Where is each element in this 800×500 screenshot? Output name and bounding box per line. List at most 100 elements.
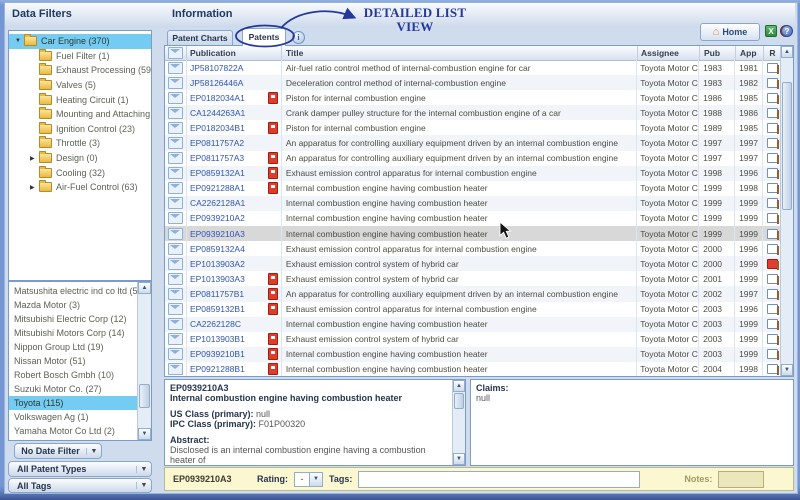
flag-icon[interactable] xyxy=(767,244,778,254)
mail-icon[interactable] xyxy=(168,303,183,315)
mail-icon[interactable] xyxy=(168,107,183,119)
tree-expand-icon[interactable]: ▶ xyxy=(30,155,39,162)
company-item[interactable]: Nippon Group Ltd (19) xyxy=(9,340,137,354)
company-item[interactable]: Matsushita electric ind co ltd (5) xyxy=(9,284,137,298)
tree-item[interactable]: ▼ Car Engine (370) xyxy=(9,34,151,49)
mail-icon[interactable] xyxy=(168,288,183,300)
mail-icon[interactable] xyxy=(168,228,183,240)
tree-item[interactable]: Valves (5) xyxy=(9,78,151,93)
scroll-down-icon[interactable]: ▼ xyxy=(138,428,151,440)
notes-input[interactable] xyxy=(718,471,764,488)
mail-column-header[interactable] xyxy=(165,46,187,60)
flag-icon[interactable] xyxy=(767,93,778,103)
scroll-down-icon[interactable]: ▼ xyxy=(453,453,465,465)
pdf-icon[interactable] xyxy=(268,167,278,179)
mail-icon[interactable] xyxy=(168,182,183,194)
company-item[interactable]: Mazda Motor (3) xyxy=(9,298,137,312)
pdf-icon[interactable] xyxy=(268,348,278,360)
tree-item[interactable]: Heating Circuit (1) xyxy=(9,92,151,107)
table-row[interactable]: CA2262128C Internal combustion engine ha… xyxy=(165,317,781,332)
pdf-icon[interactable] xyxy=(268,288,278,300)
flag-icon[interactable] xyxy=(767,183,778,193)
mail-icon[interactable] xyxy=(168,197,183,209)
patent-types-button[interactable]: All Patent Types▼ xyxy=(8,461,152,477)
tree-item[interactable]: Mounting and Attaching (7) xyxy=(9,107,151,122)
mail-icon[interactable] xyxy=(168,212,183,224)
flag-icon[interactable] xyxy=(767,198,778,208)
home-button[interactable]: ⌂ Home xyxy=(700,23,760,41)
scroll-thumb[interactable] xyxy=(782,82,792,210)
assignee-column-header[interactable]: Assignee xyxy=(638,46,700,60)
mail-icon[interactable] xyxy=(168,333,183,345)
mail-icon[interactable] xyxy=(168,92,183,104)
flag-icon[interactable] xyxy=(767,229,778,239)
flag-icon[interactable] xyxy=(767,168,778,178)
mail-icon[interactable] xyxy=(168,137,183,149)
company-item[interactable]: Volkswagen Ag (1) xyxy=(9,410,137,424)
mail-icon[interactable] xyxy=(168,62,183,74)
table-row[interactable]: EP0859132A4 Exhaust emission control app… xyxy=(165,241,781,256)
help-icon[interactable]: ? xyxy=(781,25,793,37)
flag-icon[interactable] xyxy=(767,108,778,118)
flag-icon[interactable] xyxy=(767,349,778,359)
company-item[interactable]: Mitsubishi Motors Corp (14) xyxy=(9,326,137,340)
tree-expand-icon[interactable]: ▶ xyxy=(30,184,39,191)
mail-icon[interactable] xyxy=(168,363,183,375)
mail-icon[interactable] xyxy=(168,258,183,270)
table-row[interactable]: EP1013903A2 Exhaust emission control sys… xyxy=(165,256,781,271)
flag-icon[interactable] xyxy=(767,364,778,374)
company-item[interactable]: Mitsubishi Electric Corp (12) xyxy=(9,312,137,326)
company-item[interactable]: Toyota (115) xyxy=(9,396,137,410)
mail-icon[interactable] xyxy=(168,273,183,285)
mail-icon[interactable] xyxy=(168,348,183,360)
table-row[interactable]: CA1244263A1 Crank damper pulley structur… xyxy=(165,105,781,120)
table-row[interactable]: EP0921288B1 Internal combustion engine h… xyxy=(165,362,781,377)
mail-icon[interactable] xyxy=(168,318,183,330)
pdf-icon[interactable] xyxy=(268,152,278,164)
publication-column-header[interactable]: Publication xyxy=(187,46,282,60)
flag-icon[interactable] xyxy=(767,304,778,314)
app-column-header[interactable]: App xyxy=(736,46,764,60)
pdf-icon[interactable] xyxy=(268,363,278,375)
scroll-down-icon[interactable]: ▼ xyxy=(781,364,793,376)
table-row[interactable]: EP1013903B1 Exhaust emission control sys… xyxy=(165,332,781,347)
tree-item[interactable]: Ignition Control (23) xyxy=(9,122,151,137)
tree-item[interactable]: ▶ Design (0) xyxy=(9,151,151,166)
flag-icon[interactable] xyxy=(767,289,778,299)
company-item[interactable]: Nissan Motor (51) xyxy=(9,354,137,368)
info-icon[interactable]: i xyxy=(292,31,305,44)
flag-icon[interactable] xyxy=(767,138,778,148)
company-item[interactable]: Suzuki Motor Co. (27) xyxy=(9,382,137,396)
table-row[interactable]: JP58126446A Deceleration control method … xyxy=(165,75,781,90)
tab-patent-charts[interactable]: Patent Charts xyxy=(167,30,233,46)
tree-expand-icon[interactable]: ▼ xyxy=(15,38,24,44)
mail-icon[interactable] xyxy=(168,152,183,164)
rating-dropdown[interactable]: - ▼ xyxy=(294,472,323,487)
table-row[interactable]: EP0811757A3 An apparatus for controlling… xyxy=(165,151,781,166)
scroll-thumb[interactable] xyxy=(139,384,150,408)
flag-icon[interactable] xyxy=(767,213,778,223)
title-column-header[interactable]: Title xyxy=(282,46,638,60)
mail-icon[interactable] xyxy=(168,243,183,255)
flag-icon[interactable] xyxy=(767,334,778,344)
table-row[interactable]: EP0811757A2 An apparatus for controlling… xyxy=(165,135,781,150)
company-item[interactable]: Yamaha Motor Co Ltd (2) xyxy=(9,424,137,438)
pdf-icon[interactable] xyxy=(268,303,278,315)
table-row[interactable]: EP0939210A3 Internal combustion engine h… xyxy=(165,226,781,241)
tree-item[interactable]: Cooling (32) xyxy=(9,165,151,180)
table-row[interactable]: EP0939210A2 Internal combustion engine h… xyxy=(165,211,781,226)
flag-icon[interactable] xyxy=(767,78,778,88)
table-row[interactable]: EP0182034A1 Piston for internal combusti… xyxy=(165,90,781,105)
table-row[interactable]: EP0859132B1 Exhaust emission control app… xyxy=(165,302,781,317)
table-row[interactable]: EP0811757B1 An apparatus for controlling… xyxy=(165,286,781,301)
mail-icon[interactable] xyxy=(168,122,183,134)
table-row[interactable]: CA2262128A1 Internal combustion engine h… xyxy=(165,196,781,211)
scroll-up-icon[interactable]: ▲ xyxy=(453,380,465,392)
table-row[interactable]: EP0859132A1 Exhaust emission control app… xyxy=(165,166,781,181)
detail-scrollbar[interactable]: ▲ ▼ xyxy=(452,380,465,465)
flag-icon[interactable] xyxy=(767,123,778,133)
pdf-icon[interactable] xyxy=(268,92,278,104)
flag-icon[interactable] xyxy=(767,319,778,329)
all-tags-button[interactable]: All Tags▼ xyxy=(8,478,152,493)
company-item[interactable]: Robert Bosch Gmbh (10) xyxy=(9,368,137,382)
